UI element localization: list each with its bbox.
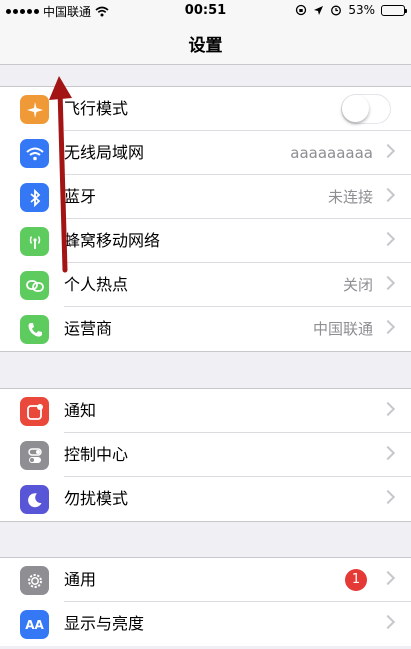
wifi-icon (20, 139, 49, 168)
text-size-icon-glyph: AA (25, 617, 44, 632)
navigation-bar: 设置 (0, 22, 411, 65)
general-group: 通用 1 AA 显示与亮度 (0, 557, 411, 646)
text-size-icon: AA (20, 610, 49, 639)
status-right: 53% (295, 3, 407, 17)
chevron-right-icon (380, 319, 396, 335)
update-badge: 1 (345, 569, 367, 591)
chevron-right-icon (380, 401, 396, 417)
cellular-label: 蜂窝移动网络 (64, 231, 161, 250)
row-do-not-disturb[interactable]: 勿扰模式 (0, 477, 411, 521)
phone-icon (20, 315, 49, 344)
row-display-brightness[interactable]: AA 显示与亮度 (0, 602, 411, 646)
display-brightness-label: 显示与亮度 (64, 614, 145, 633)
airplane-mode-toggle[interactable] (341, 94, 391, 124)
page-title: 设置 (188, 35, 223, 56)
chevron-right-icon (380, 187, 396, 203)
system-group: 通知 控制中心 勿扰模式 (0, 388, 411, 522)
row-bluetooth[interactable]: 蓝牙 未连接 (0, 175, 411, 219)
chevron-right-icon (380, 445, 396, 461)
connectivity-group: 飞行模式 无线局域网 aaaaaaaaa 蓝牙 未连接 蜂窝移动网络 个人热点 … (0, 86, 411, 352)
row-airplane-mode: 飞行模式 (0, 87, 411, 131)
control-center-label: 控制中心 (64, 445, 129, 464)
row-general[interactable]: 通用 1 (0, 558, 411, 602)
moon-icon (20, 485, 49, 514)
carrier-value: 中国联通 (312, 320, 373, 338)
wifi-label: 无线局域网 (64, 143, 145, 162)
hotspot-value: 关闭 (342, 276, 373, 294)
gear-icon (20, 566, 49, 595)
bluetooth-value: 未连接 (327, 188, 373, 206)
antenna-icon (20, 227, 49, 256)
row-control-center[interactable]: 控制中心 (0, 433, 411, 477)
bluetooth-label: 蓝牙 (64, 187, 97, 206)
link-icon (20, 271, 49, 300)
chevron-right-icon (380, 614, 396, 630)
airplane-icon (20, 95, 49, 124)
location-icon (314, 5, 324, 15)
row-wifi[interactable]: 无线局域网 aaaaaaaaa (0, 131, 411, 175)
switches-icon (20, 441, 49, 470)
chevron-right-icon (380, 275, 396, 291)
dnd-label: 勿扰模式 (64, 489, 129, 508)
notification-icon (20, 397, 49, 426)
bluetooth-icon (20, 183, 49, 212)
airplane-mode-label: 飞行模式 (64, 99, 129, 118)
hotspot-label: 个人热点 (64, 275, 129, 294)
status-bar: 中国联通 00:51 53% (0, 0, 411, 22)
chevron-right-icon (380, 570, 396, 586)
chevron-right-icon (380, 231, 396, 247)
carrier-label: 运营商 (64, 319, 113, 338)
row-carrier[interactable]: 运营商 中国联通 (0, 307, 411, 351)
toggle-knob (342, 95, 369, 122)
battery-percent: 53% (348, 3, 375, 17)
chevron-right-icon (380, 143, 396, 159)
chevron-right-icon (380, 489, 396, 505)
battery-icon (381, 4, 407, 16)
row-hotspot[interactable]: 个人热点 关闭 (0, 263, 411, 307)
notifications-label: 通知 (64, 401, 97, 420)
row-notifications[interactable]: 通知 (0, 389, 411, 433)
rotation-lock-icon (296, 4, 307, 16)
wifi-value: aaaaaaaaa (290, 144, 373, 162)
settings-screen: 中国联通 00:51 53% 设置 飞行模式 无线局域网 aaaaaaaaa 蓝… (0, 0, 411, 649)
row-cellular[interactable]: 蜂窝移动网络 (0, 219, 411, 263)
general-label: 通用 (64, 570, 97, 589)
alarm-icon (331, 5, 342, 16)
